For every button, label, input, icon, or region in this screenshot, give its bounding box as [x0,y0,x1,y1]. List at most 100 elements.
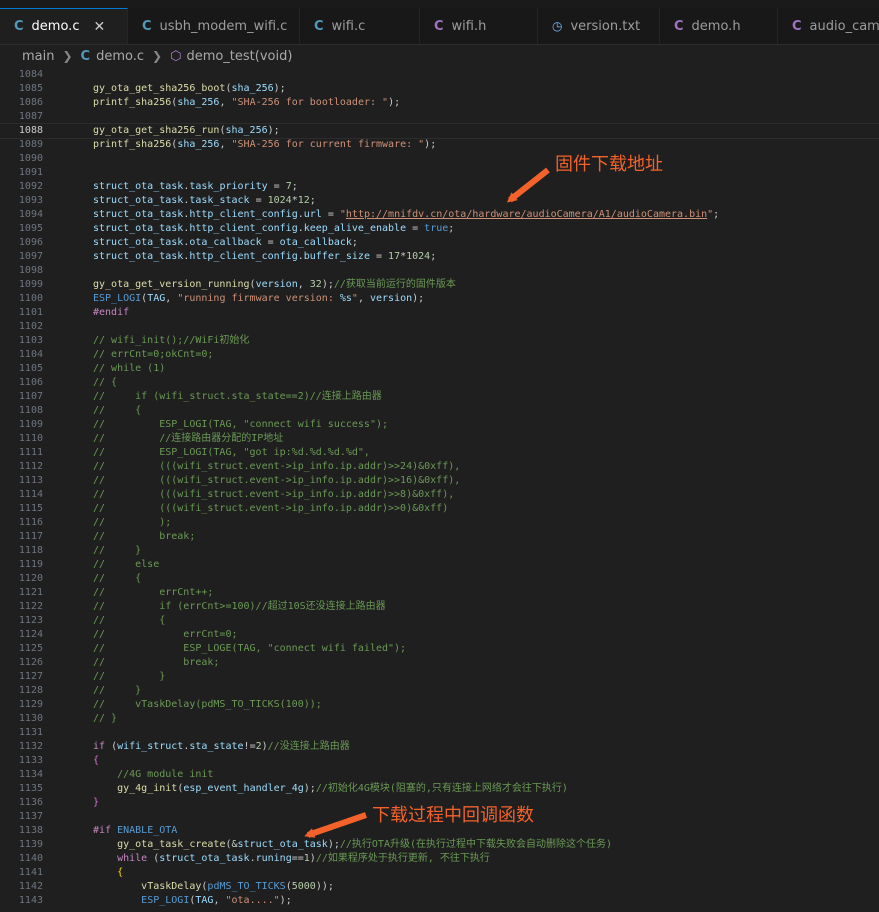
code-line[interactable]: 1119 // else [0,558,879,572]
code-line[interactable]: 1109 // ESP_LOGI(TAG, "connect wifi succe… [0,418,879,432]
code-line[interactable]: 1097 struct_ota_task.http_client_config.b… [0,250,879,264]
code-line[interactable]: 1141 { [0,866,879,880]
tab-version-txt[interactable]: ◷ version.txt [538,8,660,44]
code-line[interactable]: 1128 // } [0,684,879,698]
code-token: #if [93,825,112,836]
code-line[interactable]: 1142 vTaskDelay(pdMS_TO_TICKS(5000)); [0,880,879,894]
code-line[interactable]: 1123 // { [0,614,879,628]
code-token: while [117,853,148,864]
code-line[interactable]: 1107 // if (wifi_struct.sta_state==2)//连接… [0,390,879,404]
breadcrumb-file[interactable]: demo.c [96,49,144,64]
code-line[interactable]: 1121 // errCnt++; [0,586,879,600]
code-token: printf_sha256 [93,139,172,150]
tab-demo-c[interactable]: C demo.c ✕ [0,8,128,44]
code-line[interactable]: 1096 struct_ota_task.ota_callback = ota_c… [0,236,879,250]
code-line[interactable]: 1093 struct_ota_task.task_stack = 1024*12… [0,194,879,208]
code-line[interactable]: 1090 [0,152,879,166]
code-token: 32 [309,279,322,290]
code-line[interactable]: 1101 #endif [0,306,879,320]
code-line[interactable]: 1130 // } [0,712,879,726]
line-number: 1089 [18,139,43,150]
code-line[interactable]: 1113 // (((wifi_struct.event->ip_info.ip.… [0,474,879,488]
tab-audio-camera[interactable]: C audio_came [778,8,879,44]
code-line[interactable]: 1140 while (struct_ota_task.runing==1)//… [0,852,879,866]
code-text: // (((wifi_struct.event->ip_info.ip.addr… [93,502,448,516]
line-number: 1105 [18,363,43,374]
code-line[interactable]: 1100 ESP_LOGI(TAG, "running firmware vers… [0,292,879,306]
code-line[interactable]: 1088 gy_ota_get_sha256_run(sha_256); [0,123,879,139]
code-line[interactable]: 1085 gy_ota_get_sha256_boot(sha_256); [0,82,879,96]
code-line[interactable]: 1095 struct_ota_task.http_client_config.k… [0,222,879,236]
code-line[interactable]: 1112 // (((wifi_struct.event->ip_info.ip.… [0,460,879,474]
code-line[interactable]: 1127 // } [0,670,879,684]
code-token: // errCnt++; [93,587,214,598]
code-line[interactable]: 1133 { [0,754,879,768]
line-number: 1088 [18,125,43,136]
code-line[interactable]: 1106 // { [0,376,879,390]
code-line[interactable]: 1087 [0,110,879,124]
code-line[interactable]: 1108 // { [0,404,879,418]
code-token: ); [327,839,340,850]
code-line[interactable]: 1091 [0,166,879,180]
code-editor[interactable]: 1084 1085 gy_ota_get_sha256_boot(sha_256);… [0,67,879,912]
code-line[interactable]: 1120 // { [0,572,879,586]
tab-wifi-h[interactable]: C wifi.h [420,8,538,44]
code-line[interactable]: 1111 // ESP_LOGI(TAG, "got ip:%d.%d.%d.%d… [0,446,879,460]
line-number: 1108 [18,405,43,416]
code-line[interactable]: 1094 struct_ota_task.http_client_config.u… [0,208,879,222]
code-line[interactable]: 1126 // break; [0,656,879,670]
code-token: "SHA-256 for current firmware: " [231,139,425,150]
tab-usbh-modem-wifi-c[interactable]: C usbh_modem_wifi.c [128,8,300,44]
code-line[interactable]: 1105 // while (1) [0,362,879,376]
code-text: // { [93,404,141,418]
code-token: task_stack [189,195,250,206]
code-line[interactable]: 1098 [0,264,879,278]
code-line[interactable]: 1134 //4G module init [0,768,879,782]
line-number: 1085 [18,83,43,94]
line-number: 1139 [18,839,43,850]
code-token: == [291,853,304,864]
code-line[interactable]: 1132 if (wifi_struct.sta_state!=2)//没连接上路… [0,740,879,754]
code-line[interactable]: 1110 // //连接路由器分配的IP地址 [0,432,879,446]
code-line[interactable]: 1122 // if (errCnt>=100)//超过10S还没连接上路由器 [0,600,879,614]
code-text: gy_ota_task_create(&struct_ota_task);//执… [93,838,612,852]
code-line[interactable]: 1116 // ); [0,516,879,530]
line-number: 1118 [18,545,43,556]
code-token: struct_ota_task [237,839,328,850]
code-line[interactable]: 1143 ESP_LOGI(TAG, "ota...."); [0,894,879,908]
c-file-icon: C [314,18,324,34]
breadcrumb-symbol[interactable]: demo_test(void) [186,49,292,64]
code-token: true [424,223,449,234]
code-line[interactable]: 1125 // ESP_LOGE(TAG, "connect wifi faile… [0,642,879,656]
code-token: ; [309,195,316,206]
code-token: 17 [388,251,401,262]
code-line[interactable]: 1124 // errCnt=0; [0,628,879,642]
editor-tab-bar: C demo.c ✕ C usbh_modem_wifi.c C wifi.c … [0,8,879,45]
tab-demo-h[interactable]: C demo.h [660,8,778,44]
code-text: // { [93,614,165,628]
code-line[interactable]: 1092 struct_ota_task.task_priority = 7; [0,180,879,194]
code-line[interactable]: 1139 gy_ota_task_create(&struct_ota_task… [0,838,879,852]
code-line[interactable]: 1084 [0,68,879,82]
code-line[interactable]: 1114 // (((wifi_struct.event->ip_info.ip.… [0,488,879,502]
code-token: // } [93,671,166,682]
breadcrumb-folder[interactable]: main [22,49,54,64]
code-token: //4G module init [93,769,214,780]
code-line[interactable]: 1117 // break; [0,530,879,544]
code-line[interactable]: 1115 // (((wifi_struct.event->ip_info.ip.… [0,502,879,516]
close-icon[interactable]: ✕ [93,19,105,35]
code-line[interactable]: 1099 gy_ota_get_version_running(version, … [0,278,879,292]
code-line[interactable]: 1131 [0,726,879,740]
code-line[interactable]: 1086 printf_sha256(sha_256, "SHA-256 for … [0,96,879,110]
code-token: sha_256 [231,83,274,94]
tab-wifi-c[interactable]: C wifi.c [300,8,420,44]
code-line[interactable]: 1118 // } [0,544,879,558]
code-line[interactable]: 1104 // errCnt=0;okCnt=0; [0,348,879,362]
code-line[interactable]: 1135 gy_4g_init(esp_event_handler_4g);//… [0,782,879,796]
code-text: // ); [93,516,171,530]
code-line[interactable]: 1129 // vTaskDelay(pdMS_TO_TICKS(100)); [0,698,879,712]
code-line[interactable]: 1102 [0,320,879,334]
code-line[interactable]: 1089 printf_sha256(sha_256, "SHA-256 for … [0,138,879,152]
code-line[interactable]: 1103 // wifi_init();//WiFi初始化 [0,334,879,348]
